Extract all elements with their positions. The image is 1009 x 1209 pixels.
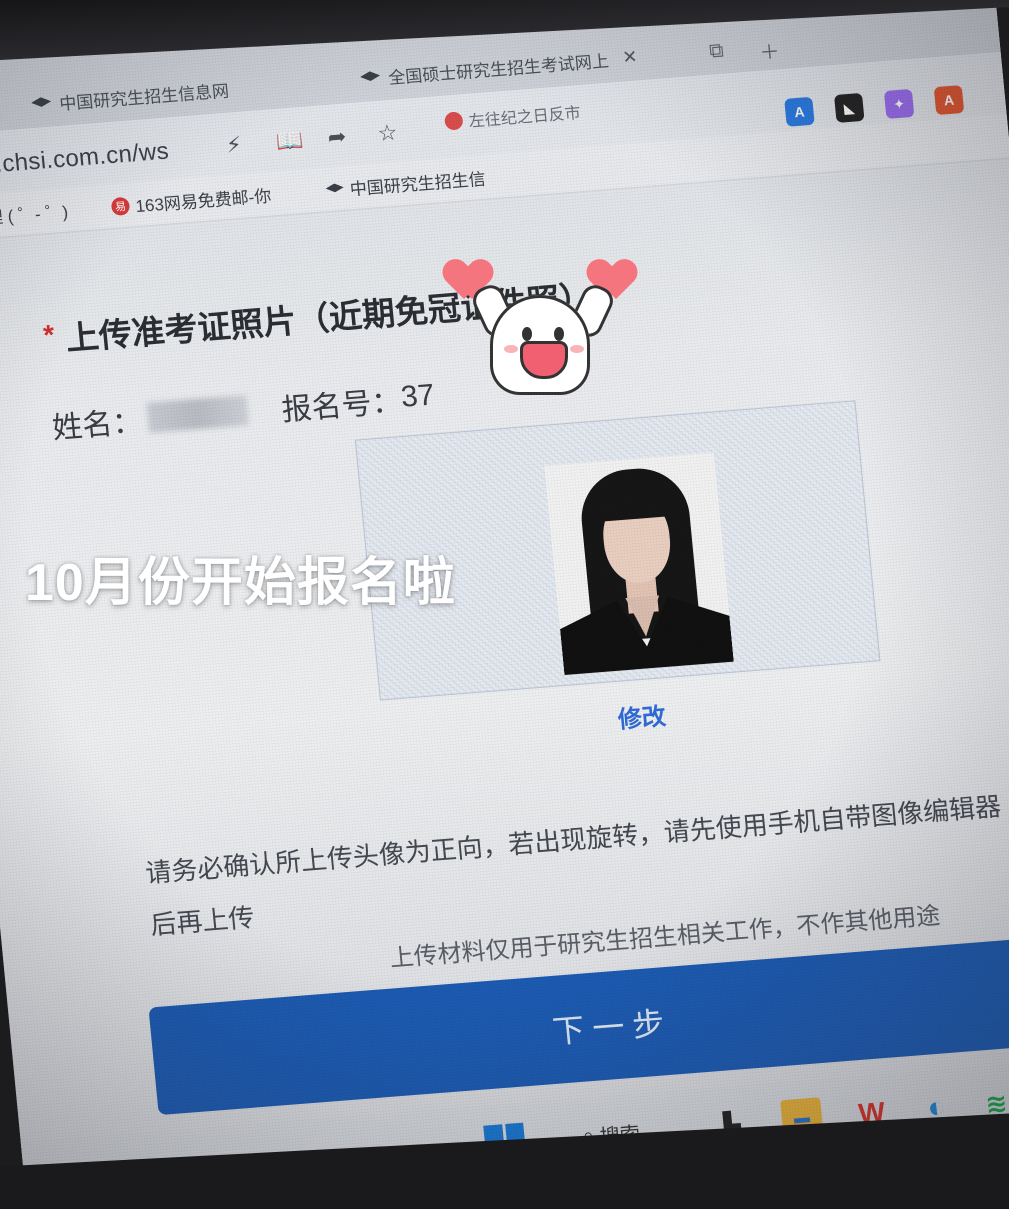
bookmark-bilibili[interactable]: 哩哩哩 ( ゜- ゜): [0, 198, 69, 232]
modify-photo-link[interactable]: 修改: [616, 696, 667, 735]
name-label: 姓名：: [50, 405, 144, 446]
graduation-cap-icon: [360, 71, 381, 85]
pdf-icon[interactable]: A: [933, 85, 965, 116]
new-tab-icon[interactable]: ＋: [758, 35, 781, 65]
bookmark-yanzhao[interactable]: 中国研究生招生信: [325, 165, 487, 202]
bookmark-163-mail[interactable]: 易 163网易免费邮-你: [110, 182, 272, 219]
registration-label: 报名号：: [280, 385, 404, 428]
mail-163-icon: 易: [110, 196, 131, 216]
graduation-cap-icon: [325, 183, 344, 195]
share-icon[interactable]: ➦: [327, 124, 348, 151]
reader-icon[interactable]: 📖: [275, 127, 305, 155]
name-info: 姓名：: [50, 388, 250, 447]
bookmark-label: 哩哩哩 ( ゜- ゜): [0, 202, 69, 231]
extension-icon[interactable]: ◣: [833, 92, 865, 123]
tab-label: 中国研究生招生信息网: [58, 81, 230, 114]
copilot-icon[interactable]: ✦: [883, 88, 915, 120]
tab-label: 全国硕士研究生招生考试网上: [387, 51, 610, 88]
graduation-cap-icon: [31, 97, 52, 111]
bookmark-label: 163网易免费邮-你: [134, 186, 273, 217]
bookmark-label: 中国研究生招生信: [349, 169, 487, 200]
id-photo: [544, 452, 734, 675]
translate-icon[interactable]: A: [784, 96, 815, 127]
ad-label: 左往纪之日反市: [468, 105, 582, 131]
name-value-blurred: [146, 395, 250, 433]
required-mark: *: [42, 319, 56, 351]
tab-action-icon[interactable]: ⧉: [708, 40, 724, 64]
ghost-sticker: [440, 255, 640, 395]
url-field[interactable]: //yz.chsi.com.cn/ws: [0, 137, 170, 182]
overlay-caption: 10月份开始报名啦: [25, 554, 456, 612]
ghost-icon: [468, 280, 618, 395]
lightning-icon[interactable]: ⚡: [225, 132, 243, 159]
registration-value: 37: [399, 378, 436, 414]
registration-info: 报名号： 37: [279, 373, 436, 429]
photo-frame: 中国研究生招生信息网 全国硕士研究生招生考试网上 ✕ ⧉ ＋ //yz.chsi…: [0, 0, 1009, 1209]
ad-icon: [443, 111, 464, 131]
star-icon[interactable]: ☆: [376, 119, 398, 146]
close-icon[interactable]: ✕: [621, 46, 638, 68]
ad-snippet[interactable]: 左往纪之日反市: [443, 99, 582, 134]
